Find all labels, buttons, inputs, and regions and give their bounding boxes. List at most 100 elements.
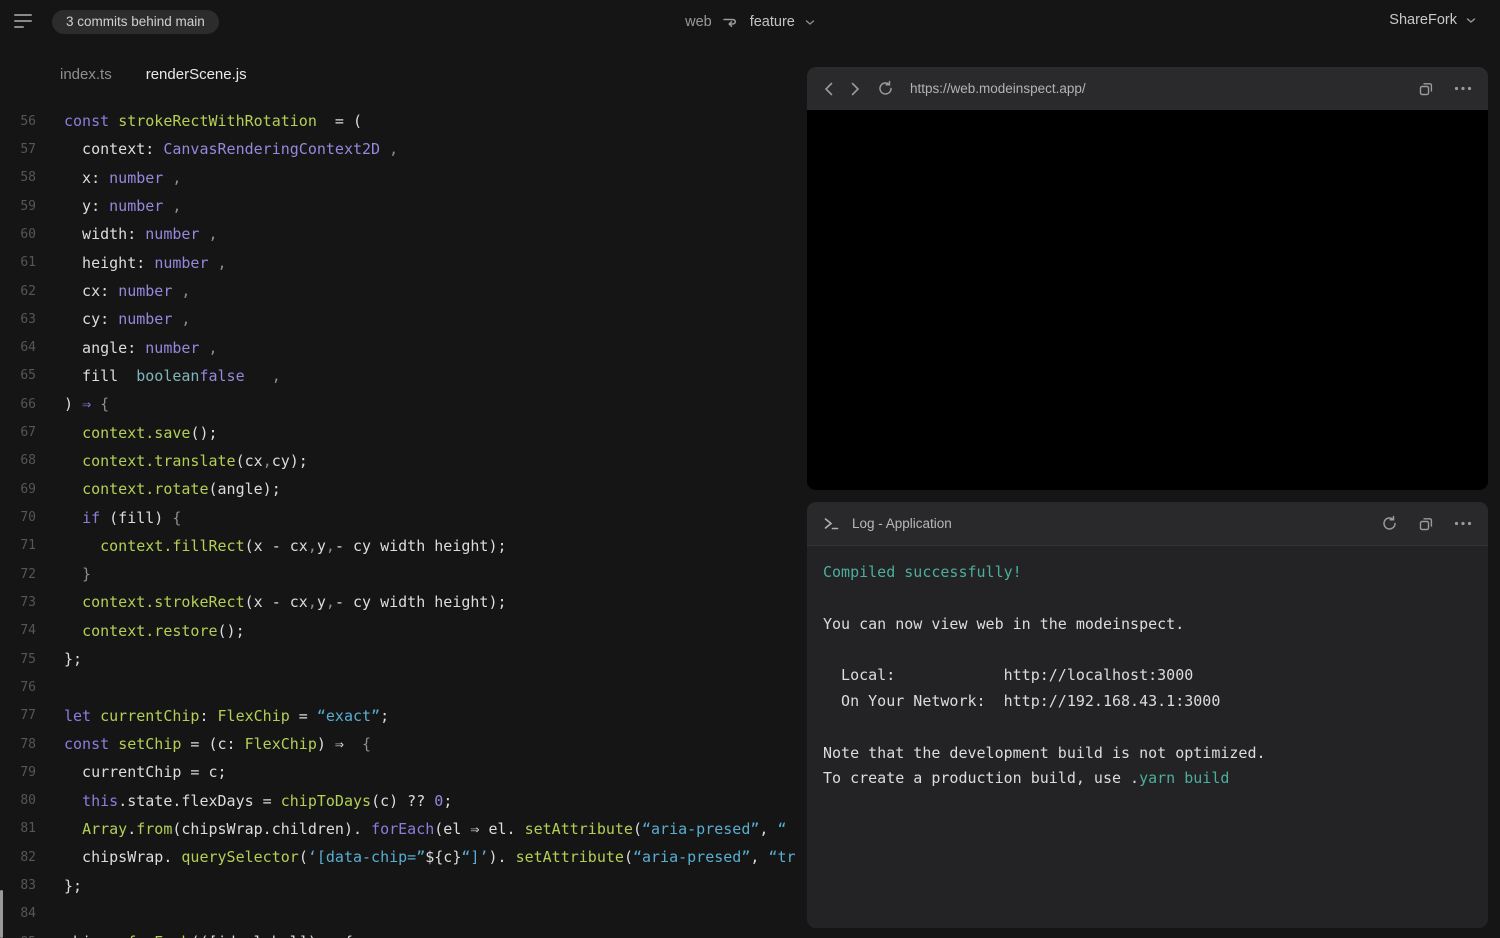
tab-index-ts[interactable]: index.ts (60, 66, 112, 83)
code-text: Array.from(chipsWrap.children). forEach(… (36, 820, 787, 838)
open-in-new-window-icon[interactable] (1418, 81, 1434, 97)
refresh-icon[interactable] (877, 80, 894, 97)
log-output[interactable]: Compiled successfully! You can now view … (807, 546, 1488, 812)
code-line: 67 context.save(); (0, 418, 807, 446)
log-header: Log - Application (807, 502, 1488, 546)
line-number: 75 (0, 652, 36, 667)
code-line: 85chips. forEach(([id, label]) ⇒ { (0, 928, 807, 938)
chevron-down-icon (1466, 17, 1476, 24)
code-text: context.save(); (36, 424, 218, 442)
log-line: You can now view web in the modeinspect. (823, 615, 1472, 641)
code-text: context.restore(); (36, 622, 245, 640)
code-editor[interactable]: index.ts renderScene.js 56const strokeRe… (0, 0, 807, 938)
code-line: 63 cy: number , (0, 305, 807, 333)
line-number: 78 (0, 737, 36, 752)
sharefork-label: ShareFork (1389, 12, 1457, 28)
log-line: On Your Network: http://192.168.43.1:300… (823, 692, 1472, 718)
code-text: context.strokeRect(x - cx,y,- cy width h… (36, 593, 507, 611)
code-line: 57 context: CanvasRenderingContext2D , (0, 135, 807, 163)
line-number: 60 (0, 227, 36, 242)
line-number: 70 (0, 510, 36, 525)
log-title: Log - Application (852, 516, 1381, 531)
log-line (823, 640, 1472, 666)
line-number: 66 (0, 397, 36, 412)
forward-icon[interactable] (850, 81, 861, 97)
code-line: 62 cx: number , (0, 277, 807, 305)
code-line: 56const strokeRectWithRotation = ( (0, 107, 807, 135)
code-text: x: number , (36, 169, 181, 187)
line-number: 59 (0, 199, 36, 214)
line-number: 56 (0, 114, 36, 129)
more-options-icon[interactable] (1454, 521, 1472, 526)
line-number: 84 (0, 906, 36, 921)
code-text: height: number , (36, 254, 227, 272)
code-text: context: CanvasRenderingContext2D , (36, 140, 398, 158)
code-text: context.rotate(angle); (36, 480, 281, 498)
log-line: Local: http://localhost:3000 (823, 666, 1472, 692)
code-area[interactable]: 56const strokeRectWithRotation = (57 con… (0, 107, 807, 938)
code-text: y: number , (36, 197, 181, 215)
line-number: 65 (0, 368, 36, 383)
more-options-icon[interactable] (1454, 86, 1472, 91)
code-text: angle: number , (36, 339, 218, 357)
log-line: Note that the development build is not o… (823, 744, 1472, 770)
url-field[interactable]: https://web.modeinspect.app/ (910, 81, 1418, 96)
log-line: Compiled successfully! (823, 563, 1472, 589)
back-icon[interactable] (823, 81, 834, 97)
code-line: 82 chipsWrap. querySelector(‘[data-chip=… (0, 843, 807, 871)
code-line: 71 context.fillRect(x - cx,y,- cy width … (0, 532, 807, 560)
right-panels: https://web.modeinspect.app/ (807, 67, 1488, 928)
code-line: 64 angle: number , (0, 334, 807, 362)
sharefork-button[interactable]: ShareFork (1389, 12, 1476, 28)
code-line: 79 currentChip = c; (0, 758, 807, 786)
code-line: 80 this.state.flexDays = chipToDays(c) ?… (0, 787, 807, 815)
tab-renderscene-js[interactable]: renderScene.js (146, 66, 247, 83)
log-line (823, 589, 1472, 615)
refresh-icon[interactable] (1381, 515, 1398, 532)
code-text: context.fillRect(x - cx,y,- cy width hei… (36, 537, 507, 555)
line-number: 74 (0, 623, 36, 638)
code-text: chips. forEach(([id, label]) ⇒ { (36, 933, 353, 938)
line-number: 83 (0, 878, 36, 893)
code-line: 84 (0, 900, 807, 928)
code-line: 65 fill booleanfalse , (0, 362, 807, 390)
line-number: 77 (0, 708, 36, 723)
code-text: context.translate(cx,cy); (36, 452, 308, 470)
code-text: }; (36, 877, 82, 895)
line-number: 69 (0, 482, 36, 497)
code-line: 77let currentChip: FlexChip = “exact”; (0, 702, 807, 730)
code-text: const setChip = (c: FlexChip) ⇒ { (36, 735, 371, 753)
code-text: }; (36, 650, 82, 668)
line-number: 82 (0, 850, 36, 865)
code-line: 60 width: number , (0, 220, 807, 248)
code-line: 76 (0, 673, 807, 701)
code-line: 78const setChip = (c: FlexChip) ⇒ { (0, 730, 807, 758)
code-text: chipsWrap. querySelector(‘[data-chip=”${… (36, 848, 796, 866)
code-line: 81 Array.from(chipsWrap.children). forEa… (0, 815, 807, 843)
code-line: 70 if (fill) { (0, 503, 807, 531)
line-number: 61 (0, 255, 36, 270)
line-number: 57 (0, 142, 36, 157)
browser-viewport[interactable] (807, 110, 1488, 490)
code-line: 59 y: number , (0, 192, 807, 220)
line-number: 80 (0, 793, 36, 808)
code-text: this.state.flexDays = chipToDays(c) ?? 0… (36, 792, 452, 810)
line-number: 72 (0, 567, 36, 582)
code-line: 69 context.rotate(angle); (0, 475, 807, 503)
line-number: 76 (0, 680, 36, 695)
line-number: 68 (0, 453, 36, 468)
line-number: 63 (0, 312, 36, 327)
code-line: 75}; (0, 645, 807, 673)
code-line: 72 } (0, 560, 807, 588)
code-line: 68 context.translate(cx,cy); (0, 447, 807, 475)
line-number: 58 (0, 170, 36, 185)
editor-tabs: index.ts renderScene.js (60, 66, 247, 83)
editor-scrollbar[interactable] (0, 890, 3, 938)
browser-toolbar: https://web.modeinspect.app/ (807, 67, 1488, 110)
line-number: 79 (0, 765, 36, 780)
line-number: 73 (0, 595, 36, 610)
open-in-new-window-icon[interactable] (1418, 516, 1434, 532)
code-line: 74 context.restore(); (0, 617, 807, 645)
line-number: 67 (0, 425, 36, 440)
line-number: 64 (0, 340, 36, 355)
